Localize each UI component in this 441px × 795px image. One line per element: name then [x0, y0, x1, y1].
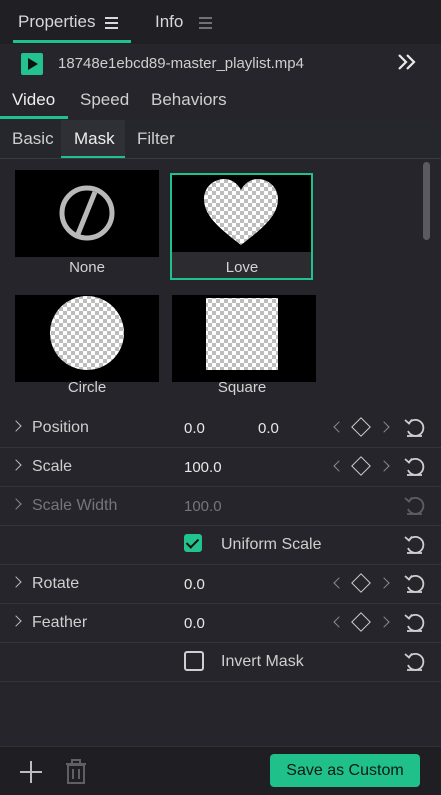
keyframe-diamond-icon[interactable]	[351, 456, 371, 476]
tab-speed[interactable]: Speed	[80, 90, 129, 110]
trash-icon[interactable]	[64, 759, 88, 785]
invert-mask-checkbox[interactable]	[184, 651, 204, 671]
reset-icon[interactable]	[403, 416, 425, 438]
property-row-rotate: Rotate 0.0	[0, 564, 441, 604]
mask-option-square[interactable]	[172, 295, 316, 382]
property-row-feather: Feather 0.0	[0, 603, 441, 643]
invert-mask-label: Invert Mask	[221, 653, 304, 670]
add-icon[interactable]	[20, 761, 42, 783]
rotate-input[interactable]: 0.0	[184, 576, 205, 593]
scale-label: Scale	[32, 458, 73, 475]
footer-toolbar: Save as Custom	[0, 746, 441, 795]
double-chevron-right-icon[interactable]	[396, 52, 418, 78]
mask-option-circle[interactable]	[15, 295, 159, 382]
panel-header: Properties Info	[0, 0, 441, 44]
prev-keyframe-icon[interactable]	[333, 616, 345, 628]
scale-width-label: Scale Width	[32, 497, 118, 514]
next-keyframe-icon[interactable]	[378, 421, 390, 433]
square-mask-preview	[206, 298, 278, 370]
circle-mask-preview	[50, 296, 124, 370]
menu-icon[interactable]	[199, 16, 213, 29]
next-keyframe-icon[interactable]	[378, 577, 390, 589]
active-tab-indicator	[13, 40, 131, 43]
property-row-scale: Scale 100.0	[0, 447, 441, 487]
next-keyframe-icon[interactable]	[378, 460, 390, 472]
keyframe-diamond-icon[interactable]	[351, 573, 371, 593]
uniform-scale-checkbox[interactable]	[184, 534, 202, 552]
prev-keyframe-icon[interactable]	[333, 421, 345, 433]
chevron-right-icon[interactable]	[10, 420, 22, 432]
tab-basic[interactable]: Basic	[12, 129, 54, 149]
reset-icon[interactable]	[403, 455, 425, 477]
mask-option-love[interactable]	[172, 175, 311, 252]
property-row-uniform-scale: Uniform Scale	[0, 525, 441, 565]
tab-mask[interactable]: Mask	[74, 129, 115, 149]
chevron-right-icon[interactable]	[10, 576, 22, 588]
tab-info[interactable]: Info	[155, 8, 213, 36]
property-row-position: Position 0.0 0.0	[0, 408, 441, 448]
tab-video[interactable]: Video	[12, 90, 55, 110]
keyframe-diamond-icon[interactable]	[351, 417, 371, 437]
prev-keyframe-icon[interactable]	[333, 460, 345, 472]
tab-info-label: Info	[155, 12, 184, 31]
tab-properties-label: Properties	[18, 12, 96, 31]
divider	[0, 158, 441, 159]
none-icon	[59, 185, 115, 241]
tab-filter[interactable]: Filter	[137, 129, 175, 149]
mask-label-none: None	[69, 259, 105, 276]
scrollbar[interactable]	[423, 162, 430, 240]
keyframe-diamond-icon[interactable]	[351, 612, 371, 632]
chevron-right-icon[interactable]	[10, 615, 22, 627]
file-name: 18748e1ebcd89-master_playlist.mp4	[58, 55, 304, 72]
mask-label-circle: Circle	[67, 379, 107, 396]
save-as-custom-button[interactable]: Save as Custom	[270, 754, 420, 787]
play-icon[interactable]	[21, 53, 43, 75]
reset-icon[interactable]	[403, 650, 425, 672]
feather-label: Feather	[32, 614, 88, 631]
chevron-right-icon[interactable]	[10, 498, 22, 510]
scale-width-input[interactable]: 100.0	[184, 498, 222, 515]
tab-properties[interactable]: Properties	[18, 8, 119, 36]
mask-label-love: Love	[225, 259, 259, 276]
reset-icon[interactable]	[403, 572, 425, 594]
prev-keyframe-icon[interactable]	[333, 577, 345, 589]
rotate-label: Rotate	[32, 575, 80, 592]
file-row: 18748e1ebcd89-master_playlist.mp4	[0, 44, 441, 84]
active-section-indicator	[0, 116, 68, 119]
reset-icon[interactable]	[403, 533, 425, 555]
position-y-input[interactable]: 0.0	[258, 420, 279, 437]
mask-label-square: Square	[217, 379, 267, 396]
position-label: Position	[32, 419, 89, 436]
reset-icon[interactable]	[403, 494, 425, 516]
heart-mask-preview	[204, 179, 278, 245]
chevron-right-icon[interactable]	[10, 459, 22, 471]
tab-behaviors[interactable]: Behaviors	[151, 90, 227, 110]
next-keyframe-icon[interactable]	[378, 616, 390, 628]
uniform-scale-label: Uniform Scale	[221, 536, 322, 553]
menu-icon[interactable]	[105, 16, 119, 29]
feather-input[interactable]: 0.0	[184, 615, 205, 632]
position-x-input[interactable]: 0.0	[184, 420, 205, 437]
property-row-scale-width: Scale Width 100.0	[0, 486, 441, 526]
mask-option-none[interactable]	[15, 170, 159, 257]
property-row-invert-mask: Invert Mask	[0, 642, 441, 682]
reset-icon[interactable]	[403, 611, 425, 633]
scale-input[interactable]: 100.0	[184, 459, 222, 476]
